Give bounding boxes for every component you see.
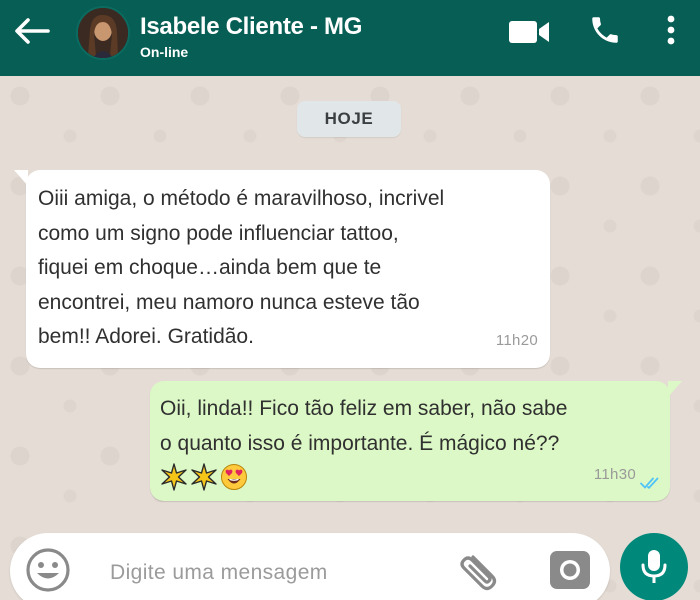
mic-button[interactable] xyxy=(620,533,688,600)
date-separator: HOJE xyxy=(297,101,401,137)
bubble-tail xyxy=(14,170,28,186)
attachment-clip-icon[interactable] xyxy=(456,545,506,595)
back-arrow-icon[interactable] xyxy=(12,16,52,46)
read-receipt-icon xyxy=(640,477,659,490)
message-bubble-outgoing[interactable]: Oii, linda!! Fico tão feliz em saber, nã… xyxy=(150,381,682,501)
phone-icon[interactable] xyxy=(588,13,622,47)
sparkle-star-icon xyxy=(161,463,187,491)
microphone-icon xyxy=(641,550,667,583)
message-input[interactable]: Digite uma mensagem xyxy=(110,561,328,585)
avatar[interactable] xyxy=(76,6,130,60)
emoji-row xyxy=(160,463,660,491)
heart-eyes-emoji-icon xyxy=(221,464,247,490)
message-text: Oiii amiga, o método é maravilhoso, incr… xyxy=(38,187,445,348)
contact-name[interactable]: Isabele Cliente - MG xyxy=(140,13,362,41)
camera-icon[interactable] xyxy=(546,547,594,593)
message-composer: Digite uma mensagem xyxy=(10,533,610,600)
message-time: 11h30 xyxy=(593,465,636,483)
message-bubble-incoming[interactable]: Oiii amiga, o método é maravilhoso, incr… xyxy=(14,170,550,368)
message-time: 11h20 xyxy=(495,331,538,349)
bubble-tail xyxy=(668,381,682,397)
video-call-icon[interactable] xyxy=(508,19,550,45)
emoji-picker-icon[interactable] xyxy=(24,546,72,594)
chat-header: Isabele Cliente - MG On-line xyxy=(0,0,700,76)
contact-status: On-line xyxy=(140,44,189,60)
message-text: Oii, linda!! Fico tão feliz em saber, nã… xyxy=(160,397,568,455)
sparkle-star-icon xyxy=(191,463,217,491)
more-vertical-icon[interactable] xyxy=(664,14,678,48)
